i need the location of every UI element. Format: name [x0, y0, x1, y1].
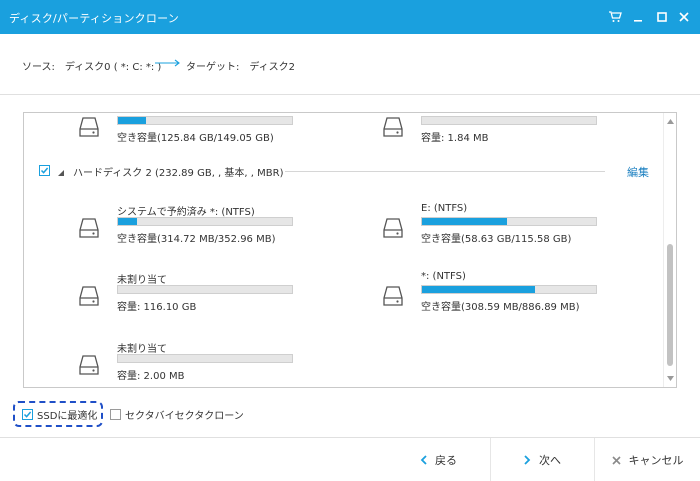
partition-label: 未割り当て [117, 344, 167, 355]
clone-path-bar: ソース: ディスク0 ( *: C: *: ) ターゲット: ディスク2 [0, 34, 700, 94]
partition-space: 空き容量(314.72 MB/352.96 MB) [117, 234, 276, 245]
next-button[interactable]: 次へ [490, 438, 594, 481]
partition-space: 空き容量(125.84 GB/149.05 GB) [117, 133, 274, 144]
drive-icon [79, 217, 99, 242]
drive-icon [383, 217, 403, 242]
disk-checkbox[interactable] [39, 165, 50, 176]
sector-checkbox[interactable] [110, 408, 121, 420]
window-title: ディスク/パーティションクローン [9, 12, 179, 25]
ssd-checkbox[interactable] [22, 408, 33, 420]
chevron-right-icon [524, 455, 531, 465]
scroll-down-icon[interactable] [667, 373, 674, 384]
usage-fill [118, 218, 138, 225]
partition-space: 容量: 2.00 MB [117, 371, 185, 382]
usage-bar [421, 217, 597, 226]
edit-link[interactable]: 編集 [627, 164, 649, 180]
partition-space: 空き容量(58.63 GB/115.58 GB) [421, 234, 572, 245]
disk-header-row: ハードディスク 2 (232.89 GB, , 基本, , MBR) 編集 [39, 163, 659, 179]
vertical-scrollbar[interactable] [663, 113, 676, 387]
disk-map-panel[interactable]: 空き容量(125.84 GB/149.05 GB) 容量: 1.84 MB シス… [23, 112, 677, 388]
next-label: 次へ [539, 454, 561, 467]
chevron-left-icon [420, 455, 427, 465]
drive-icon [383, 116, 403, 141]
arrow-right-icon [155, 59, 181, 70]
sector-option[interactable]: セクタバイセクタクローン [110, 405, 244, 423]
partition-space: 容量: 1.84 MB [421, 133, 489, 144]
source-disk-label: ソース: ディスク0 ( *: C: *: ) [22, 62, 162, 73]
cancel-label: キャンセル [628, 454, 684, 467]
title-bar: ディスク/パーティションクローン [0, 0, 700, 34]
collapse-triangle-icon[interactable] [58, 168, 64, 179]
cancel-button[interactable]: キャンセル [594, 438, 700, 481]
scroll-up-icon[interactable] [667, 116, 674, 127]
usage-bar [421, 285, 597, 294]
partition-space: 容量: 116.10 GB [117, 302, 197, 313]
usage-fill [422, 286, 536, 293]
ssd-option[interactable]: SSDに最適化 [22, 405, 97, 423]
back-button[interactable]: 戻る [387, 438, 490, 481]
back-label: 戻る [435, 454, 457, 467]
usage-bar [117, 217, 293, 226]
scroll-thumb[interactable] [667, 244, 673, 366]
cart-icon[interactable] [606, 8, 624, 26]
sector-label: セクタバイセクタクローン [125, 410, 244, 422]
close-icon [611, 455, 621, 465]
usage-bar [117, 116, 293, 125]
minimize-icon[interactable] [629, 8, 647, 26]
partition-label: 未割り当て [117, 275, 167, 286]
partition-label: システムで予約済み *: (NTFS) [117, 207, 255, 218]
usage-fill [422, 218, 508, 225]
target-disk-label: ターゲット: ディスク2 [186, 62, 296, 73]
footer: 戻る 次へ キャンセル [0, 437, 700, 481]
usage-bar [117, 354, 293, 363]
drive-icon [383, 285, 403, 310]
disk-divider [285, 171, 605, 172]
drive-icon [79, 116, 99, 141]
partition-space: 空き容量(308.59 MB/886.89 MB) [421, 302, 580, 313]
drive-icon [79, 354, 99, 379]
partition-label: *: (NTFS) [421, 271, 466, 282]
usage-bar [117, 285, 293, 294]
disk-name: ハードディスク 2 (232.89 GB, , 基本, , MBR) [73, 168, 284, 179]
ssd-label: SSDに最適化 [37, 410, 98, 422]
usage-fill [118, 117, 146, 124]
close-icon[interactable] [675, 8, 693, 26]
divider [0, 94, 700, 95]
drive-icon [79, 285, 99, 310]
maximize-icon[interactable] [653, 8, 671, 26]
usage-bar [421, 116, 597, 125]
partition-label: E: (NTFS) [421, 203, 468, 214]
